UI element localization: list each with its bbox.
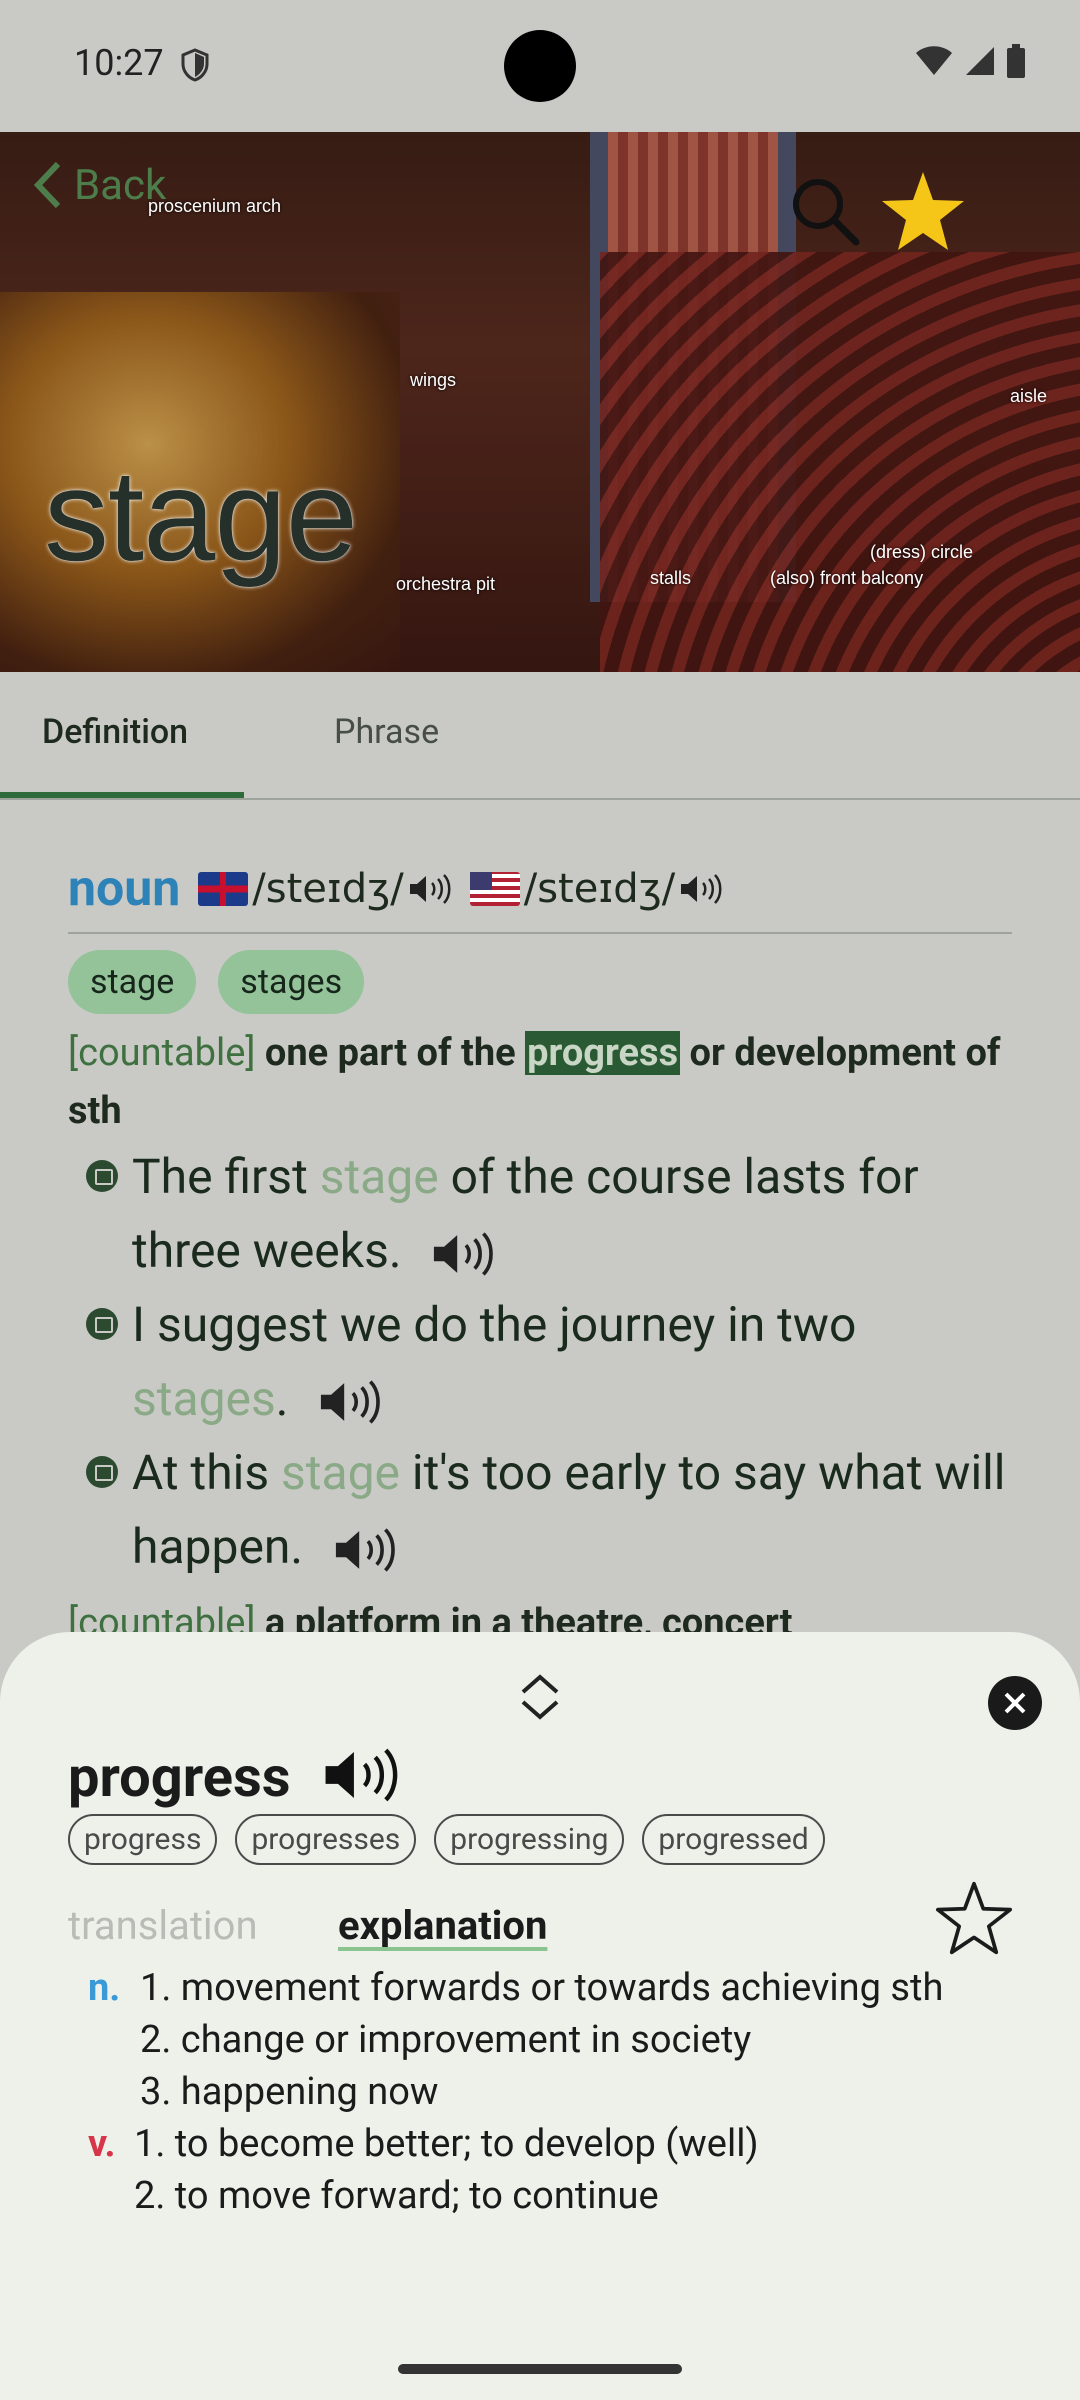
- hero-image-label: orchestra pit: [396, 574, 496, 594]
- tab-bar: Definition Phrase: [0, 672, 1080, 800]
- word-form-chip[interactable]: stages: [218, 950, 365, 1014]
- status-bar: 10:27: [0, 0, 1080, 132]
- us-flag-icon: [469, 872, 520, 906]
- tab-explanation[interactable]: explanation: [338, 1902, 547, 1949]
- hero-image-label: proscenium arch: [148, 196, 282, 216]
- back-label: Back: [74, 160, 167, 210]
- star-outline-icon[interactable]: [934, 1880, 1014, 1956]
- speaker-icon: [681, 874, 722, 904]
- close-icon: [1004, 1692, 1026, 1714]
- pos-verb: v.: [88, 2122, 116, 2166]
- speaker-icon: [409, 874, 451, 904]
- word-form-chip[interactable]: progresses: [235, 1814, 417, 1865]
- popup-definitions: n. 1. movement forwards or towards achie…: [88, 1962, 988, 2222]
- hero-image-label: stalls: [650, 568, 692, 588]
- verb-definitions: v. 1. to become better; to develop (well…: [88, 2118, 988, 2222]
- definition-line: 3. happening now: [140, 2070, 439, 2114]
- home-indicator[interactable]: [398, 2364, 682, 2374]
- tab-indicator: [0, 792, 244, 798]
- definition-line: 1. to become better; to develop (well): [134, 2122, 759, 2166]
- word-form-chip[interactable]: progressing: [434, 1814, 625, 1865]
- status-time: 10:27: [74, 42, 164, 84]
- word-form-chip[interactable]: stage: [68, 950, 197, 1014]
- part-of-speech: noun: [68, 860, 181, 918]
- star-icon-filled[interactable]: [880, 170, 966, 252]
- search-icon[interactable]: [790, 176, 860, 246]
- back-button[interactable]: Back: [32, 160, 166, 210]
- example-icon: [86, 1308, 118, 1340]
- shield-icon: [181, 48, 209, 82]
- us-pronunciation[interactable]: /steɪdʒ/: [469, 866, 723, 912]
- close-button[interactable]: [988, 1676, 1042, 1730]
- expand-collapse-icon[interactable]: [515, 1672, 565, 1722]
- definition-line: 2. to move forward; to continue: [134, 2174, 659, 2218]
- hero-image-label: wings: [410, 370, 457, 390]
- speaker-icon[interactable]: [333, 1528, 397, 1572]
- grammar-label: [countable]: [68, 1031, 256, 1075]
- definition-line: 2. change or improvement in society: [140, 2018, 752, 2062]
- tab-phrase[interactable]: Phrase: [334, 712, 439, 752]
- pos-noun: n.: [88, 1966, 121, 2010]
- example-sentence: The first stage of the course lasts for …: [68, 1140, 1012, 1288]
- highlighted-word[interactable]: progress: [525, 1031, 681, 1075]
- uk-flag-icon: [198, 872, 249, 906]
- definition-content: noun /steɪdʒ/ /steɪdʒ/ stage stages [cou…: [68, 860, 1012, 1652]
- hero-image-label: aisle: [1010, 386, 1048, 406]
- hero-image-label: (dress) circle: [870, 542, 974, 562]
- pos-line: noun /steɪdʒ/ /steɪdʒ/: [68, 860, 1012, 934]
- tab-translation[interactable]: translation: [68, 1902, 258, 1949]
- speaker-icon[interactable]: [322, 1748, 400, 1802]
- camera-cutout: [504, 30, 576, 102]
- word-form-chip[interactable]: progress: [68, 1814, 218, 1865]
- word-popup-sheet: progress progress progresses progressing…: [0, 1632, 1080, 2400]
- popup-word-forms: progress progresses progressing progress…: [68, 1814, 825, 1865]
- example-icon: [86, 1160, 118, 1192]
- example-icon: [86, 1456, 118, 1488]
- wifi-icon: [916, 46, 952, 75]
- speaker-icon[interactable]: [318, 1380, 382, 1424]
- hero-word-title: stage: [44, 442, 358, 588]
- noun-definitions: n. 1. movement forwards or towards achie…: [88, 1962, 988, 2118]
- example-sentence: At this stage it's too early to say what…: [68, 1436, 1012, 1584]
- signal-icon: [966, 47, 994, 75]
- definition-line: 1. movement forwards or towards achievin…: [140, 1966, 944, 2010]
- popup-word-title: progress: [68, 1744, 291, 1810]
- speaker-icon[interactable]: [431, 1232, 495, 1276]
- word-forms: stage stages: [68, 950, 1012, 1014]
- hero-image-label: (also) front balcony: [770, 568, 924, 588]
- example-sentence: I suggest we do the journey in two stage…: [68, 1288, 1012, 1436]
- chevron-left-icon: [33, 161, 61, 209]
- sense-definition: [countable] one part of the progress or …: [68, 1031, 1001, 1133]
- battery-icon: [1007, 44, 1025, 78]
- status-icons: [914, 44, 1026, 78]
- tab-definition[interactable]: Definition: [42, 712, 188, 752]
- uk-pronunciation[interactable]: /steɪdʒ/: [198, 866, 451, 912]
- word-form-chip[interactable]: progressed: [642, 1814, 825, 1865]
